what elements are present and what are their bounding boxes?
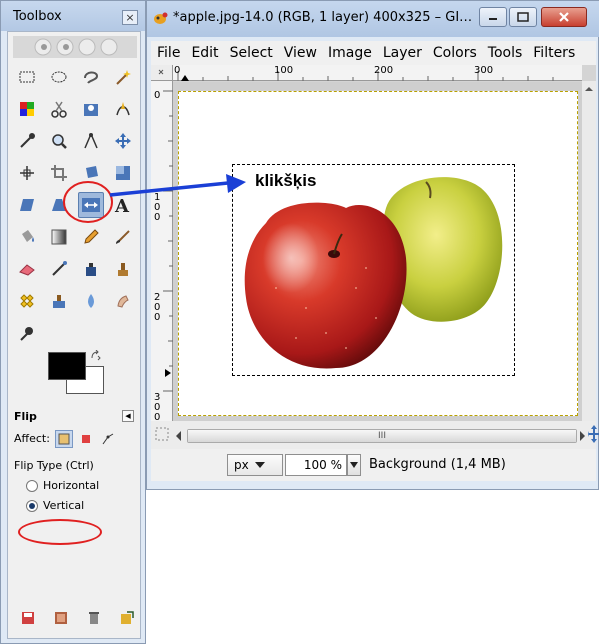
foreground-color-swatch[interactable] <box>48 352 86 380</box>
annotation-overlay <box>63 174 246 223</box>
annotation-label: klikšķis <box>255 171 317 190</box>
flip-tool-highlight-circle <box>63 181 113 223</box>
annotation-arrow-line <box>109 181 229 197</box>
annotation-arrow-head <box>226 174 246 193</box>
